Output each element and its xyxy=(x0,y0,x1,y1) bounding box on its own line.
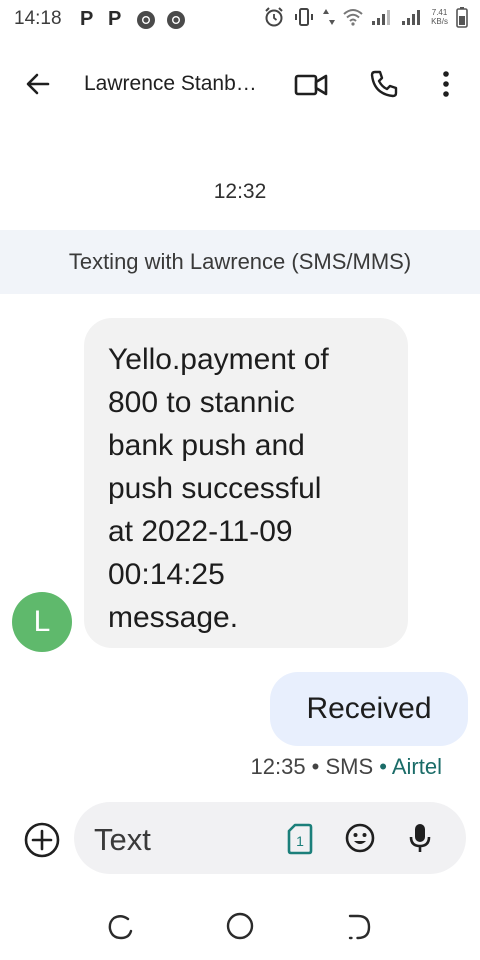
outgoing-message-text: Received xyxy=(306,692,432,725)
sim-icon: 1 xyxy=(287,823,313,855)
outgoing-message-bubble[interactable]: Received xyxy=(270,672,468,746)
signal-icon xyxy=(402,10,421,25)
speed-unit: KB/s xyxy=(431,17,448,26)
avatar[interactable]: L xyxy=(12,592,72,652)
alarm-icon xyxy=(265,7,283,27)
status-time: 14:18 xyxy=(14,8,62,29)
message-status-text: 12:35 • SMS xyxy=(250,754,374,779)
avatar-letter: L xyxy=(33,605,51,638)
emoji-icon[interactable] xyxy=(344,822,376,854)
chrome-icon xyxy=(137,10,155,29)
incoming-message-bubble[interactable]: Yello.payment of 800 to stannic bank pus… xyxy=(84,318,408,648)
texting-banner: Texting with Lawrence (SMS/MMS) xyxy=(0,230,480,294)
system-nav-bar xyxy=(0,900,480,960)
video-call-icon[interactable] xyxy=(294,70,328,100)
sim-selector[interactable]: 1 xyxy=(286,822,314,856)
conversation-timestamp: 12:32 xyxy=(213,180,267,203)
speed-indicator: 7.41 KB/s xyxy=(431,8,448,26)
home-icon[interactable] xyxy=(224,910,256,942)
vibrate-icon xyxy=(295,8,314,26)
recents-icon[interactable] xyxy=(106,912,136,942)
system-icons: 7.41 KB/s xyxy=(263,6,468,28)
add-icon[interactable] xyxy=(22,820,62,860)
banner-text: Texting with Lawrence (SMS/MMS) xyxy=(68,249,412,274)
incoming-message-text: Yello.payment of 800 to stannic bank pus… xyxy=(108,343,329,634)
back-icon[interactable] xyxy=(344,912,374,942)
message-input[interactable]: Text xyxy=(94,822,151,858)
chrome-icon xyxy=(167,10,185,29)
app-bar: Lawrence Stanb… xyxy=(0,52,480,116)
battery-icon xyxy=(456,7,468,28)
message-status: 12:35 • SMS • Airtel xyxy=(251,754,443,780)
p-icon: P xyxy=(80,8,94,30)
status-bar: 14:18 P P 7.41 KB/s xyxy=(0,0,480,36)
sim-number: 1 xyxy=(296,833,304,849)
speed-value: 7.41 xyxy=(431,8,448,17)
carrier-name: • Airtel xyxy=(373,754,442,779)
notification-icons: P P xyxy=(80,8,186,31)
back-arrow-icon[interactable] xyxy=(22,68,54,100)
wifi-icon xyxy=(343,9,363,26)
phone-icon[interactable] xyxy=(368,68,400,100)
mic-icon[interactable] xyxy=(408,822,432,854)
p-icon: P xyxy=(108,8,122,30)
compose-bar: Text 1 xyxy=(74,802,466,874)
data-arrows-icon xyxy=(323,9,336,25)
more-vert-icon[interactable] xyxy=(434,68,458,100)
signal-icon xyxy=(372,10,391,25)
contact-name[interactable]: Lawrence Stanb… xyxy=(84,72,257,96)
